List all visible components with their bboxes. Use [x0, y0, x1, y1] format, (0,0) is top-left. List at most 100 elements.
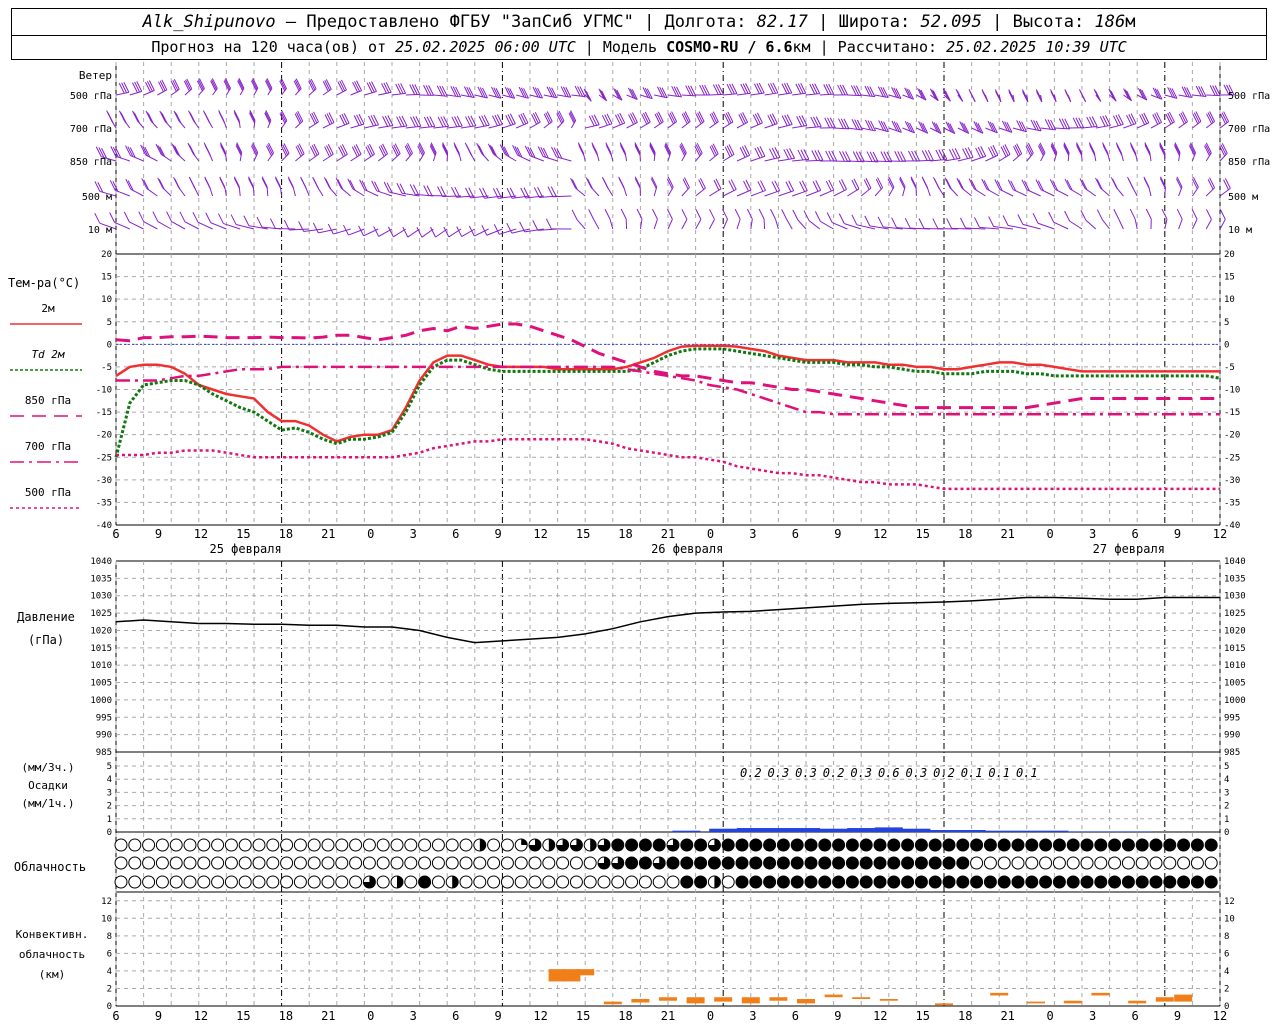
- wind-barb-staff: [681, 219, 688, 230]
- wind-barb-feather: [1017, 214, 1024, 225]
- cloud-fill-full: [1163, 839, 1176, 851]
- wind-barb-feather: [1096, 179, 1103, 190]
- cloud-symbol: [1080, 875, 1094, 889]
- wind-barb: [364, 81, 377, 96]
- cloud-fill-full: [736, 839, 748, 851]
- wind-barb-feather: [146, 81, 153, 92]
- cloud-circle: [362, 856, 376, 870]
- cloud-circle: [997, 856, 1011, 870]
- wind-barb: [269, 218, 296, 230]
- wind-barb-feather: [309, 146, 316, 157]
- cloud-circle: [1094, 856, 1108, 870]
- cloud-symbol: [1149, 875, 1163, 889]
- cloud-symbol: [652, 856, 666, 870]
- cloud-symbol: [914, 838, 928, 852]
- wind-barb: [1143, 176, 1152, 197]
- wind-barb: [274, 176, 283, 197]
- wind-barb: [378, 115, 394, 129]
- wind-barb-feather: [1143, 112, 1150, 124]
- wind-barb-feather: [386, 182, 393, 193]
- cloud-symbol: [266, 875, 280, 889]
- date-label: 26 февраля: [651, 542, 723, 556]
- cloud-symbol: [997, 856, 1011, 870]
- cloud-circle: [224, 856, 238, 870]
- time-tick-label: 12: [533, 1009, 547, 1023]
- wind-barb: [233, 110, 241, 129]
- wind-barb-staff: [805, 126, 822, 129]
- time-tick-label: 3: [1089, 1009, 1096, 1023]
- precip-unit-3h: (мм/3ч.): [22, 761, 75, 774]
- wind-barb: [634, 176, 641, 197]
- cloud-symbol: [1011, 838, 1025, 852]
- wind-barb-feather: [728, 144, 735, 155]
- cloud-symbol: [1039, 875, 1053, 889]
- cloud-symbol: [155, 838, 169, 852]
- wind-barb: [612, 112, 626, 129]
- cloudiness-panel: [114, 838, 1218, 889]
- wind-barb-feather: [617, 113, 624, 125]
- wind-barb-feather: [838, 118, 844, 129]
- wind-barb-feather: [324, 114, 331, 125]
- wind-barb-feather: [769, 114, 776, 125]
- wind-barb: [1026, 119, 1042, 132]
- wind-barb-feather: [740, 83, 747, 95]
- cloud-circle: [556, 875, 570, 889]
- cloud-symbol: [597, 856, 611, 870]
- wind-barb-feather: [864, 215, 871, 227]
- cloud-symbol: [1204, 838, 1218, 852]
- wind-barb: [750, 180, 766, 197]
- wind-barb: [293, 78, 302, 96]
- cloud-circle: [459, 856, 473, 870]
- cloud-symbol: [335, 838, 349, 852]
- cloud-symbol: [542, 875, 556, 889]
- wind-barb: [405, 116, 422, 129]
- time-tick-label: 6: [1131, 1009, 1138, 1023]
- cloud-symbol: [818, 838, 832, 852]
- wind-barb: [1049, 179, 1069, 197]
- wind-barb: [619, 142, 628, 162]
- wind-barb-feather: [340, 145, 346, 156]
- wind-barb-feather: [520, 113, 527, 125]
- wind-barb-feather: [687, 85, 694, 96]
- wind-barb-feather: [685, 85, 692, 96]
- cloud-symbol: [749, 875, 763, 889]
- wind-barb-feather: [781, 83, 788, 94]
- wind-barb-feather: [811, 83, 818, 95]
- wind-barb-feather: [1102, 115, 1109, 127]
- cloud-symbol: [597, 838, 611, 852]
- cloud-circle: [307, 838, 321, 852]
- cloud-symbol: [652, 838, 666, 852]
- wind-barb-feather: [247, 176, 254, 187]
- wind-barb: [545, 218, 572, 230]
- wind-barb: [391, 83, 407, 96]
- wind-barb: [261, 176, 269, 197]
- wind-barb-staff: [448, 228, 462, 238]
- cloud-circle: [1066, 856, 1080, 870]
- wind-barb: [968, 89, 976, 102]
- wind-barb-feather: [312, 222, 319, 234]
- cloud-symbol: [845, 856, 859, 870]
- wind-barb: [171, 143, 186, 162]
- wind-barb-feather: [944, 177, 951, 188]
- conv-bar: [879, 998, 898, 1001]
- wind-barb-staff: [571, 94, 586, 98]
- cloud-symbol: [569, 875, 583, 889]
- wind-barb-feather: [767, 114, 774, 126]
- cloud-circle: [155, 856, 169, 870]
- wind-level-label-right: 500 м: [1228, 192, 1258, 203]
- wind-barb-feather: [466, 145, 473, 156]
- cloud-circle: [1135, 856, 1149, 870]
- temp-tick-label-right: -10: [1224, 386, 1240, 396]
- wind-barb-staff: [364, 124, 379, 129]
- wind-barb: [551, 146, 572, 162]
- cloud-symbol: [942, 838, 956, 852]
- wind-barb: [904, 217, 931, 230]
- wind-barb-feather: [325, 145, 332, 156]
- cloud-symbol: [887, 838, 901, 852]
- wind-barb: [946, 218, 972, 230]
- pressure-tick-label-right: 995: [1224, 713, 1240, 723]
- pressure-tick-label: 1030: [90, 592, 112, 602]
- cloud-symbol: [1163, 838, 1177, 852]
- cloud-symbol: [1080, 856, 1094, 870]
- cloud-symbol: [293, 838, 307, 852]
